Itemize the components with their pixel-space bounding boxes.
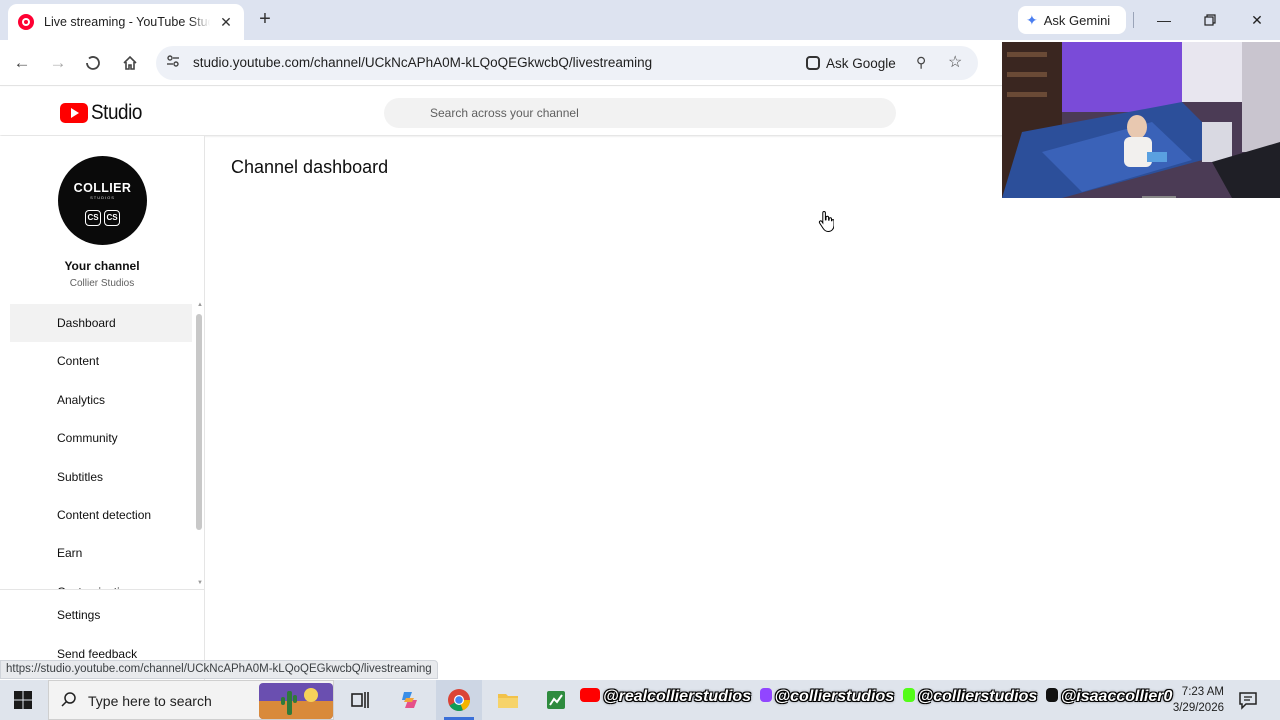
minimize-icon[interactable]: — [1152,8,1176,32]
taskbar-search-text: Type here to search [88,693,212,709]
avatar-brand-text: COLLIER [73,181,132,195]
loading-stop-icon[interactable] [81,51,105,75]
sidebar-item-analytics[interactable]: Analytics [10,381,192,419]
your-channel-label[interactable]: Your channel [0,259,204,273]
system-clock[interactable]: 7:23 AM 3/29/2026 [1168,684,1224,716]
search-icon[interactable]: ⚲ [916,54,926,71]
ask-google-button[interactable]: Ask Google [798,50,904,76]
gemini-sparkle-icon: ✦ [1026,11,1038,28]
tiktok-icon [1045,688,1058,702]
search-highlight-desert-icon [259,683,333,719]
tab-close-icon[interactable]: ✕ [218,14,234,31]
hand-cursor-icon [818,210,834,232]
sidebar-item-content-detection[interactable]: Content detection [10,496,192,534]
ticker-handle: @isaaccollier0 [1060,688,1173,705]
sidebar-scrollbar[interactable]: ▲ ▼ [196,302,204,588]
sidebar-item-subtitles[interactable]: Subtitles [10,458,192,496]
window-close-icon[interactable]: ✕ [1245,8,1269,32]
browser-tab[interactable]: Live streaming - YouTube Studio ✕ [8,4,244,40]
back-icon[interactable]: ← [10,51,34,75]
search-placeholder: Search across your channel [430,106,579,120]
youtube-play-icon [60,103,88,123]
bookmark-star-icon[interactable]: ☆ [948,52,962,72]
google-lens-icon [806,56,820,70]
youtube-studio-favicon-icon [18,14,34,30]
sidebar-item-customization[interactable]: Customization [10,573,192,589]
windows-start-icon[interactable] [14,691,32,709]
sidebar-item-earn[interactable]: Earn [10,534,192,572]
url-text[interactable]: studio.youtube.com/channel/UCkNcAPhA0M-k… [193,55,652,70]
ticker-handle: @collierstudios [774,688,895,705]
sidebar-divider [0,589,204,590]
webcam-overlay [1002,42,1280,198]
spreadsheet-app-icon[interactable] [544,688,568,712]
task-view-icon[interactable] [348,688,372,712]
studio-logo[interactable]: Studio [60,101,148,125]
windows-taskbar: Type here to search @realcollierstudios [0,680,1280,720]
browser-tab-strip: Live streaming - YouTube Studio ✕ + ✦ As… [0,0,1280,40]
avatar-mark-right: CS [104,210,120,226]
kick-icon [902,688,915,702]
scroll-up-icon[interactable]: ▲ [197,302,203,308]
link-status-bubble: https://studio.youtube.com/channel/UCkNc… [0,660,438,679]
webcam-feed-image [1002,42,1280,198]
taskbar-search-icon [61,691,77,712]
new-tab-button[interactable]: + [254,8,276,30]
taskbar-search-box[interactable]: Type here to search [48,680,334,720]
sidebar-item-community[interactable]: Community [10,419,192,457]
copilot-icon[interactable] [398,688,422,712]
streamer-handles-ticker: @realcollierstudios @collierstudios @col… [580,688,1194,714]
clock-date: 3/29/2026 [1172,702,1224,714]
ticker-handle: @realcollierstudios [603,688,752,705]
sidebar-item-settings[interactable]: Settings [57,608,100,622]
sidebar-item-send-feedback[interactable]: Send feedback [57,647,137,661]
ticker-handle: @collierstudios [917,688,1038,705]
file-explorer-icon[interactable] [496,688,520,712]
clock-time: 7:23 AM [1181,686,1224,698]
tabstrip-divider [1133,12,1134,28]
chrome-active-slot[interactable] [436,680,482,720]
ask-gemini-button[interactable]: ✦ Ask Gemini [1018,6,1126,34]
restore-icon[interactable] [1198,8,1222,32]
channel-name: Collier Studios [69,278,135,289]
studio-sidebar: COLLIER STUDIOS CS CS Your channel Colli… [0,136,205,680]
sidebar-scroll-thumb[interactable] [196,314,202,530]
home-icon[interactable] [118,51,142,75]
studio-logo-text: Studio [91,101,142,124]
channel-avatar[interactable]: COLLIER STUDIOS CS CS [58,156,147,245]
youtube-icon [580,688,600,702]
tab-title: Live streaming - YouTube Studio [44,15,210,29]
sidebar-item-content[interactable]: Content [10,342,192,380]
twitch-icon [759,688,772,702]
avatar-sub-text: STUDIOS [90,195,115,200]
sidebar-nav: Dashboard Content Analytics Community Su… [0,304,196,589]
sidebar-item-dashboard[interactable]: Dashboard [10,304,192,342]
site-info-icon[interactable] [165,54,181,70]
ask-google-label: Ask Google [826,55,896,71]
page-title: Channel dashboard [231,157,389,177]
forward-icon[interactable]: → [46,51,70,75]
avatar-mark-left: CS [85,210,101,226]
address-bar[interactable]: studio.youtube.com/channel/UCkNcAPhA0M-k… [156,46,978,80]
notification-center-icon[interactable] [1238,690,1258,710]
scroll-down-icon[interactable]: ▼ [197,580,203,586]
chrome-icon [448,689,471,712]
ask-gemini-label: Ask Gemini [1043,12,1111,28]
channel-search-input[interactable]: Search across your channel [384,98,896,128]
